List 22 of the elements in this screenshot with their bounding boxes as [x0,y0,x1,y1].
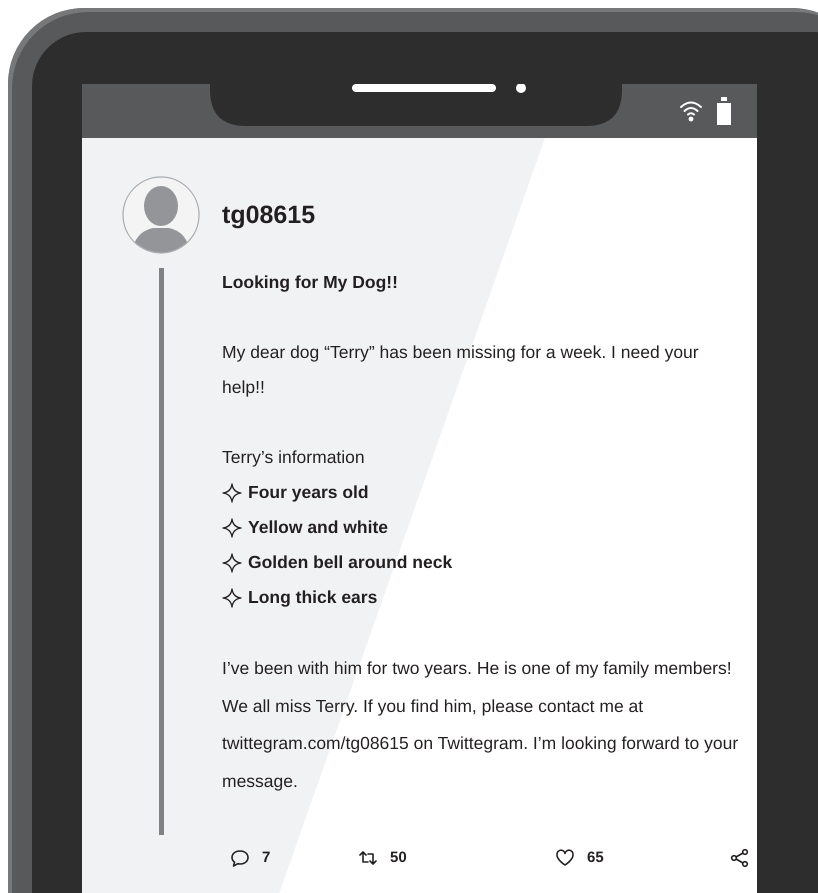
heart-icon[interactable] [555,848,575,868]
info-item: Four years old [248,481,369,504]
sparkle-icon [222,482,242,502]
battery-icon [717,97,731,125]
post-title: Looking for My Dog!! [222,271,399,294]
action-count: 50 [390,848,407,868]
wifi-icon [679,99,703,123]
info-item: Golden bell around neck [248,551,452,574]
post-paragraph: I’ve been with him for two years. He is one of my family members! We all miss Terry. If you find him, please contact me at twittegram.com/tg08615 on Twittegram. I’m looking forward to your message. [222,657,740,793]
info-item: Yellow and white [248,516,388,539]
username: tg08615 [222,200,316,230]
action-count: 7 [262,848,270,868]
avatar-icon [122,176,200,254]
action-count: 65 [587,848,604,868]
sparkle-icon [222,588,242,608]
sparkle-icon [222,518,242,538]
info-item: Long thick ears [248,586,378,609]
comment-icon[interactable] [230,848,250,868]
post-paragraph: My dear dog “Terry” has been missing for a week. I need your help!! [222,341,700,399]
sparkle-icon [222,552,242,572]
info-heading: Terry’s information [222,446,366,469]
share-icon[interactable] [730,848,750,868]
